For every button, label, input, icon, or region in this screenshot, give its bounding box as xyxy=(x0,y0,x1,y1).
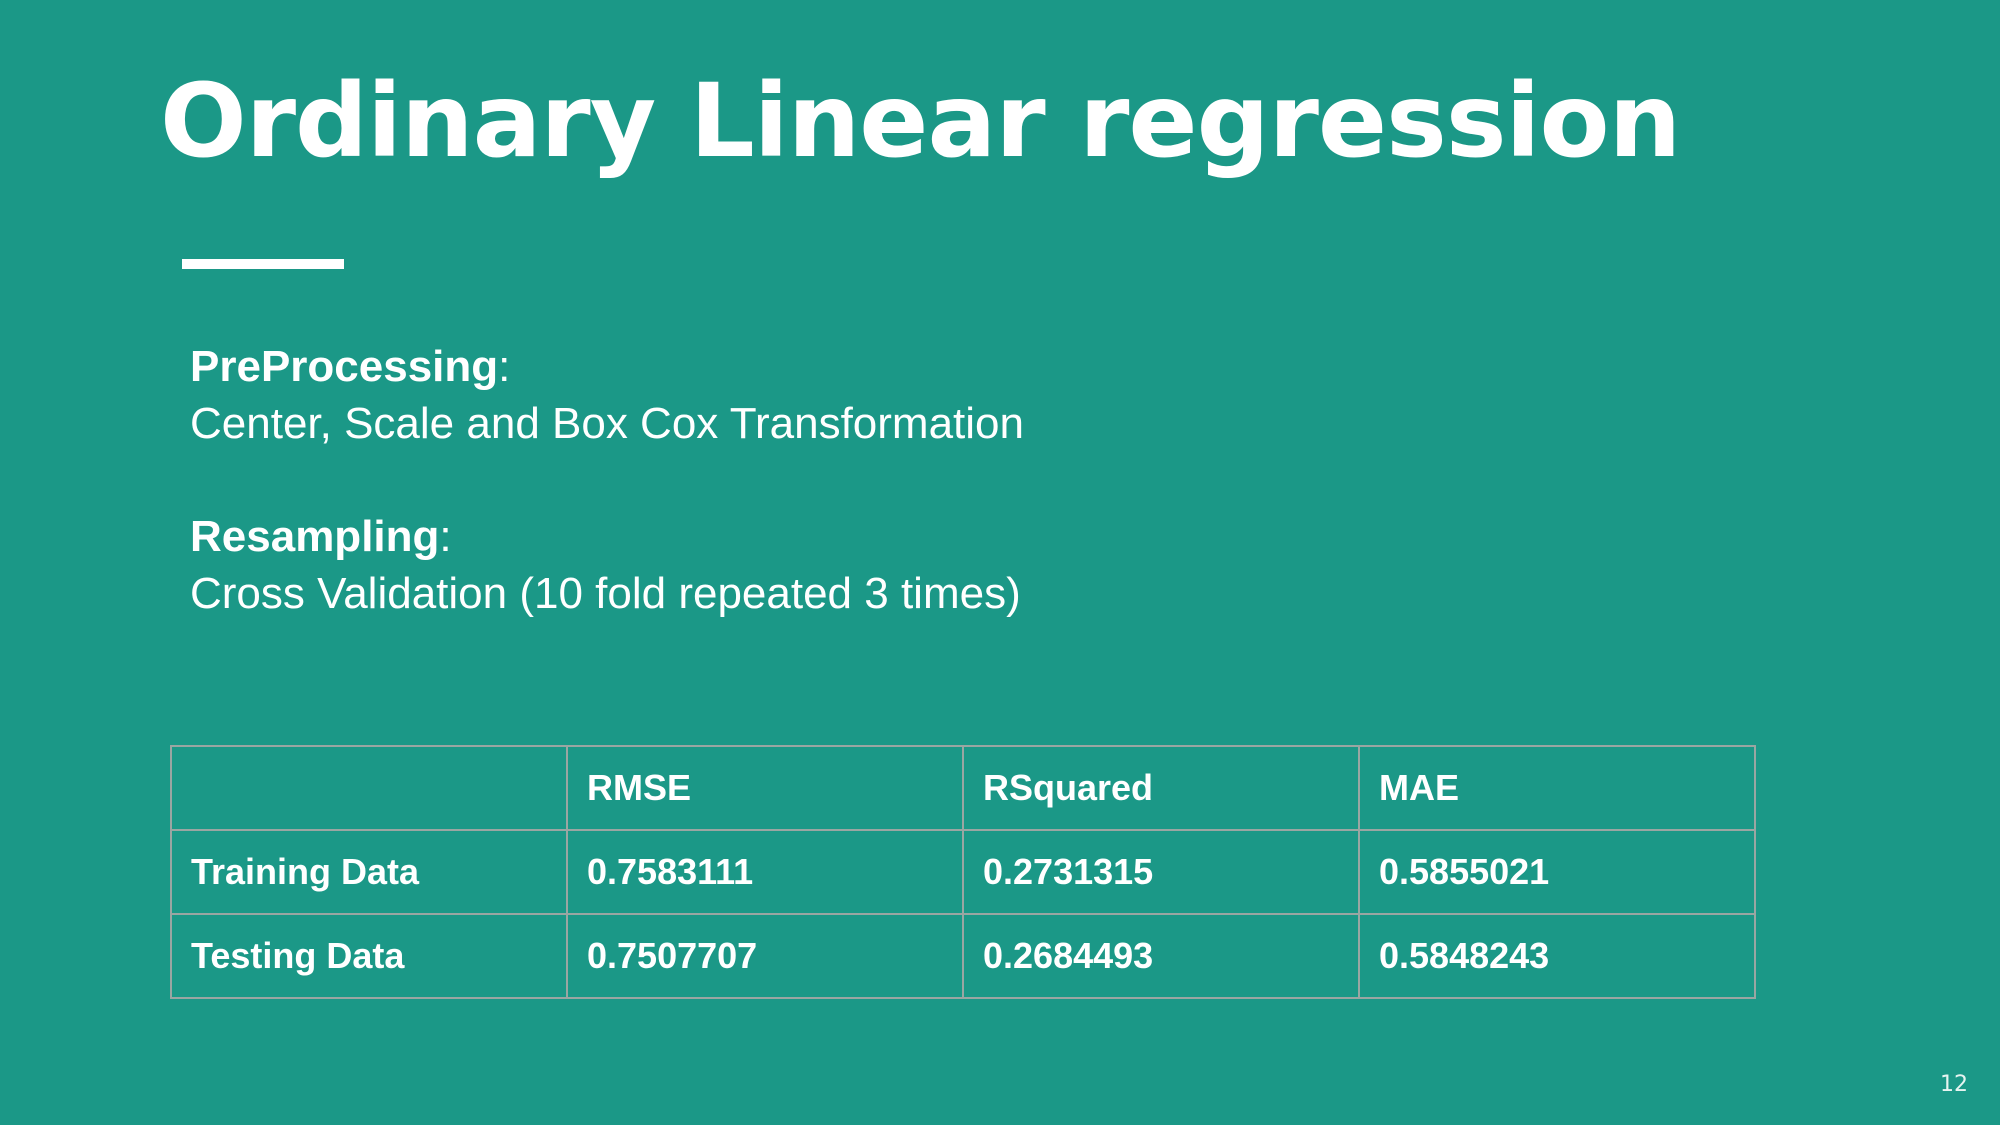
slide: Ordinary Linear regression PreProcessing… xyxy=(0,0,2000,1125)
preprocessing-label: PreProcessing xyxy=(190,342,499,391)
preprocessing-heading: PreProcessing: xyxy=(190,338,1024,395)
header-cell-empty xyxy=(170,745,568,831)
cell-training-rsquared: 0.2731315 xyxy=(962,829,1360,915)
slide-title: Ordinary Linear regression xyxy=(160,62,1681,181)
metrics-table: RMSE RSquared MAE Training Data 0.758311… xyxy=(170,745,1756,999)
header-cell-rsquared: RSquared xyxy=(962,745,1360,831)
cell-testing-rsquared: 0.2684493 xyxy=(962,913,1360,999)
table-header-row: RMSE RSquared MAE xyxy=(170,745,1756,831)
header-cell-mae: MAE xyxy=(1358,745,1756,831)
preprocessing-text: Center, Scale and Box Cox Transformation xyxy=(190,399,1024,448)
cell-training-mae: 0.5855021 xyxy=(1358,829,1756,915)
header-cell-rmse: RMSE xyxy=(566,745,964,831)
cell-testing-rmse: 0.7507707 xyxy=(566,913,964,999)
table-row: Training Data 0.7583111 0.2731315 0.5855… xyxy=(170,829,1756,915)
page-number: 12 xyxy=(1940,1072,1968,1097)
preprocessing-colon: : xyxy=(498,342,511,391)
cell-training-rmse: 0.7583111 xyxy=(566,829,964,915)
resampling-text: Cross Validation (10 fold repeated 3 tim… xyxy=(190,569,1021,618)
resampling-label: Resampling xyxy=(190,512,440,561)
row-label-testing: Testing Data xyxy=(170,913,568,999)
cell-testing-mae: 0.5848243 xyxy=(1358,913,1756,999)
resampling-heading: Resampling: xyxy=(190,508,1024,565)
slide-body: PreProcessing: Center, Scale and Box Cox… xyxy=(190,338,1024,622)
table-row: Testing Data 0.7507707 0.2684493 0.58482… xyxy=(170,913,1756,999)
title-underline xyxy=(182,259,344,269)
resampling-colon: : xyxy=(439,512,452,561)
row-label-training: Training Data xyxy=(170,829,568,915)
